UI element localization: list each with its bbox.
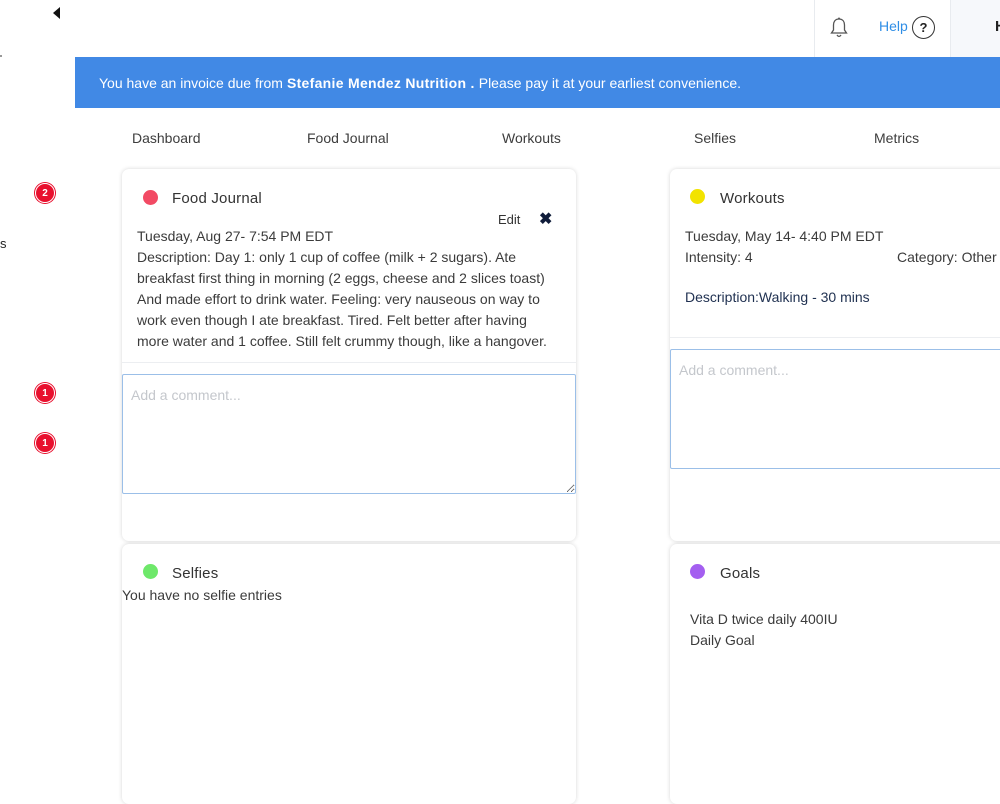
entry-date: Tuesday, May 14- 4:40 PM EDT	[685, 228, 884, 244]
header-user-area[interactable]	[951, 0, 1000, 57]
banner-suffix: Please pay it at your earliest convenien…	[478, 74, 741, 91]
card-title: Workouts	[720, 190, 785, 207]
tab-metrics[interactable]: Metrics	[874, 130, 919, 146]
workouts-color-dot	[690, 189, 705, 204]
tab-selfies[interactable]: Selfies	[694, 130, 736, 146]
divider	[122, 362, 576, 363]
help-link[interactable]: Help	[879, 18, 908, 34]
description-value: Walking - 30 mins	[758, 289, 870, 305]
sidebar-label-fragment[interactable]: s	[0, 236, 7, 251]
comment-input[interactable]	[122, 374, 576, 494]
selfies-color-dot	[143, 564, 158, 579]
goals-card: Goals Vita D twice daily 400IU Daily Goa…	[670, 544, 1000, 804]
workout-category: Category: Other	[897, 249, 997, 265]
notification-badge: 1	[35, 383, 55, 403]
description-label: Description:	[685, 289, 759, 305]
sidebar-tick	[0, 55, 2, 57]
food-journal-color-dot	[143, 190, 158, 205]
close-icon[interactable]: ✖	[539, 209, 552, 229]
entry-description: Description: Day 1: only 1 cup of coffee…	[137, 249, 547, 349]
workouts-card: Workouts Tuesday, May 14- 4:40 PM EDT In…	[670, 169, 1000, 541]
header-user-fragment[interactable]: H	[995, 18, 1000, 35]
divider	[670, 337, 1000, 338]
banner-sender[interactable]: Stefanie Mendez Nutrition .	[287, 75, 475, 91]
collapse-sidebar-icon[interactable]	[51, 6, 63, 20]
tab-workouts[interactable]: Workouts	[502, 130, 561, 146]
comment-input[interactable]	[670, 349, 1000, 469]
notification-badge: 2	[35, 183, 55, 203]
header-divider	[814, 0, 815, 57]
notification-badge: 1	[35, 433, 55, 453]
card-title: Food Journal	[172, 190, 262, 207]
workout-intensity: Intensity: 4	[685, 249, 753, 265]
card-title: Selfies	[172, 565, 219, 582]
help-icon[interactable]: ?	[912, 16, 935, 39]
goals-color-dot	[690, 564, 705, 579]
goal-frequency: Daily Goal	[690, 632, 755, 648]
edit-button[interactable]: Edit	[498, 212, 520, 227]
entry-date: Tuesday, Aug 27- 7:54 PM EDT	[137, 228, 334, 244]
selfies-card: Selfies You have no selfie entries	[122, 544, 576, 804]
tab-food-journal[interactable]: Food Journal	[307, 130, 389, 146]
goal-text: Vita D twice daily 400IU	[690, 611, 838, 627]
tab-dashboard[interactable]: Dashboard	[132, 130, 201, 146]
workout-description: Description:Walking - 30 mins	[685, 287, 870, 308]
food-journal-card: Food Journal Edit ✖ Tuesday, Aug 27- 7:5…	[122, 169, 576, 541]
banner-prefix: You have an invoice due from	[99, 74, 283, 91]
card-title: Goals	[720, 565, 761, 582]
empty-state-text: You have no selfie entries	[122, 587, 282, 603]
invoice-banner: You have an invoice due from Stefanie Me…	[75, 57, 1000, 108]
bell-icon[interactable]	[829, 17, 849, 39]
